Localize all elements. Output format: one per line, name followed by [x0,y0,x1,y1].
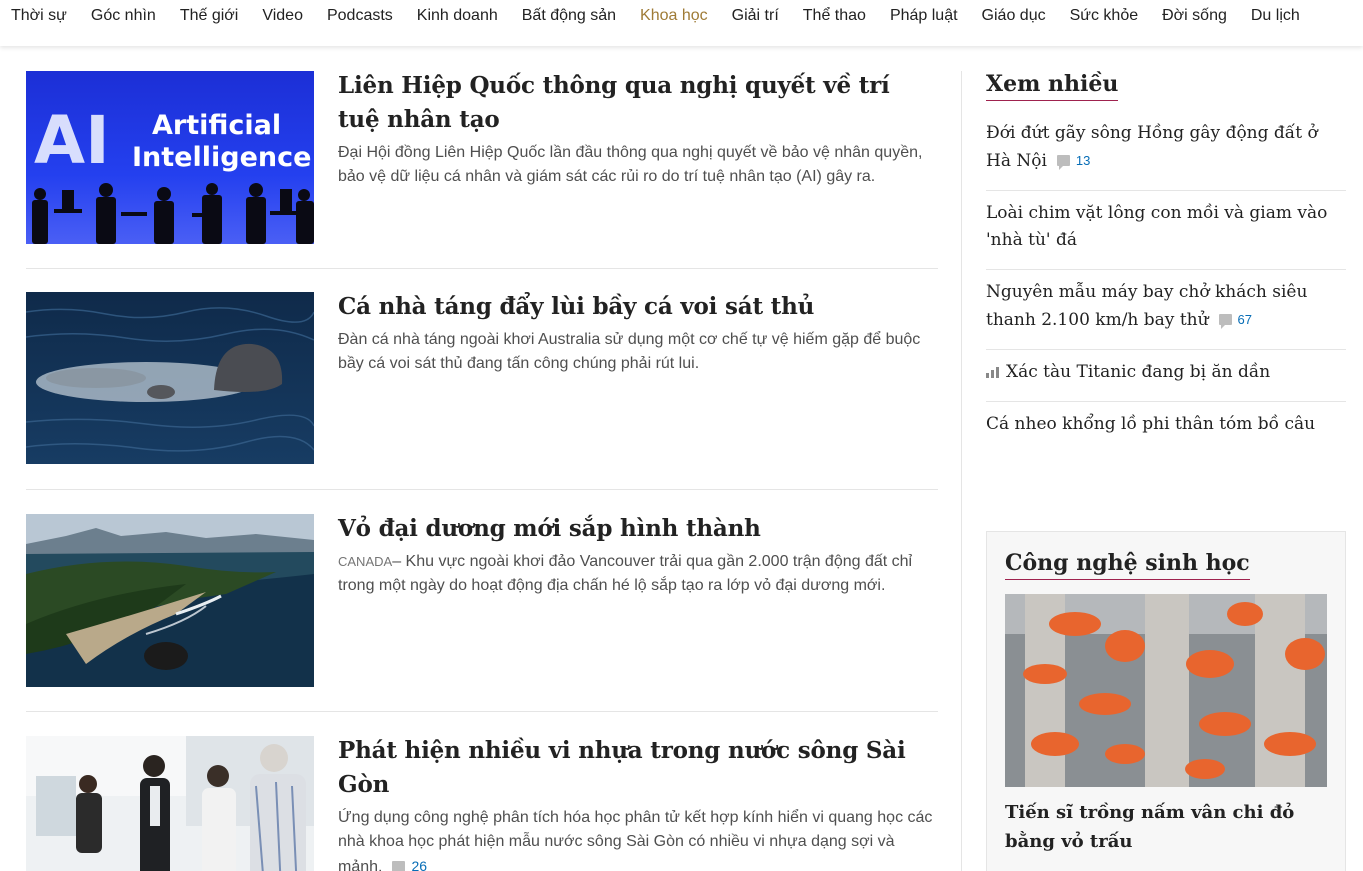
article-description: Ứng dụng công nghệ phân tích hóa học phâ… [338,806,938,871]
article-location: Canada [338,554,393,569]
most-viewed-list: Đới đứt gãy sông Hồng gây động đất ở Hà … [986,111,1346,453]
trending-icon [986,367,999,378]
nav-item-khoa-hoc[interactable]: Khoa học [640,0,708,32]
nav-item-the-gioi[interactable]: Thế giới [180,0,239,32]
article-description-text: Đàn cá nhà táng ngoài khơi Australia sử … [338,331,921,372]
nav-item-phap-luat[interactable]: Pháp luật [890,0,958,32]
top-navigation: Thời sự Góc nhìn Thế giới Video Podcasts… [0,0,1363,46]
nav-item-podcasts[interactable]: Podcasts [327,0,393,32]
nav-item-the-thao[interactable]: Thể thao [803,0,866,32]
article-body: Cá nhà táng đẩy lùi bầy cá voi sát thủ Đ… [314,292,938,489]
nav-item-doi-song[interactable]: Đời sống [1162,0,1227,32]
article-thumbnail[interactable] [26,292,314,464]
article-body: Liên Hiệp Quốc thông qua nghị quyết về t… [314,71,938,268]
most-viewed-title[interactable]: Xem nhiều [986,71,1119,101]
nav-item-video[interactable]: Video [262,0,303,32]
most-viewed-item-text: Xác tàu Titanic đang bị ăn dần [1006,362,1271,382]
ai-image: AI Artificial Intelligence [26,71,314,244]
most-viewed-item[interactable]: Loài chim vặt lông con mồi và giam vào '… [986,191,1346,270]
most-viewed-item[interactable]: Nguyên mẫu máy bay chở khách siêu thanh … [986,270,1346,350]
ai-image-line1: Artificial [152,110,281,141]
nav-item-du-lich[interactable]: Du lịch [1251,0,1300,32]
article-item: AI Artificial Intelligence Liên Hiệp Quố… [26,71,938,269]
biotech-article-thumbnail[interactable] [1005,594,1327,787]
most-viewed-item[interactable]: Xác tàu Titanic đang bị ăn dần [986,350,1346,402]
ai-image-line2: Intelligence [132,142,311,173]
location-dash: – [392,553,406,570]
nav-item-bat-dong-san[interactable]: Bất động sản [522,0,616,32]
comment-count-value: 13 [1075,153,1091,168]
column-divider [961,71,962,871]
most-viewed-item[interactable]: Cá nheo khổng lồ phi thân tóm bồ câu [986,402,1346,453]
most-viewed-sidebar: Xem nhiều Đới đứt gãy sông Hồng gây động… [986,71,1346,453]
article-description-text: Ứng dụng công nghệ phân tích hóa học phâ… [338,809,933,871]
most-viewed-item-text: Nguyên mẫu máy bay chở khách siêu thanh … [986,282,1308,330]
lab-image [26,736,314,871]
nav-item-goc-nhin[interactable]: Góc nhìn [91,0,156,32]
coast-image [26,514,314,687]
whale-image [26,292,314,464]
article-description-text: Khu vực ngoài khơi đảo Vancouver trải qu… [338,553,913,594]
article-thumbnail[interactable] [26,514,314,687]
comment-icon [1218,314,1232,329]
article-title[interactable]: Vỏ đại dương mới sắp hình thành [338,512,938,546]
biotech-box: Công nghệ sinh học Tiến sĩ trồng nấm vân… [986,531,1346,871]
comment-count[interactable]: 13 [1056,147,1091,174]
most-viewed-item-text: Cá nheo khổng lồ phi thân tóm bồ câu [986,414,1316,434]
article-thumbnail[interactable]: AI Artificial Intelligence [26,71,314,244]
nav-item-giao-duc[interactable]: Giáo dục [982,0,1046,32]
article-description: Đàn cá nhà táng ngoài khơi Australia sử … [338,328,938,376]
most-viewed-item-text: Loài chim vặt lông con mồi và giam vào '… [986,203,1328,250]
most-viewed-item[interactable]: Đới đứt gãy sông Hồng gây động đất ở Hà … [986,111,1346,191]
comment-count[interactable]: 26 [392,854,427,871]
comment-count-value: 26 [411,858,428,871]
comment-count-value: 67 [1237,312,1253,327]
article-item: Phát hiện nhiều vi nhựa trong nước sông … [26,712,938,871]
most-viewed-item-text: Đới đứt gãy sông Hồng gây động đất ở Hà … [986,123,1318,171]
nav-item-thoi-su[interactable]: Thời sự [11,0,67,32]
comment-count[interactable]: 67 [1218,306,1253,333]
nav-item-kinh-doanh[interactable]: Kinh doanh [417,0,498,32]
article-body: Vỏ đại dương mới sắp hình thành Canada– … [314,514,938,711]
nav-item-giai-tri[interactable]: Giải trí [732,0,779,32]
article-item: Vỏ đại dương mới sắp hình thành Canada– … [26,490,938,712]
article-body: Phát hiện nhiều vi nhựa trong nước sông … [314,736,938,871]
biotech-article-title[interactable]: Tiến sĩ trồng nấm vân chi đỏ bằng vỏ trấ… [1005,798,1327,856]
article-thumbnail[interactable] [26,736,314,871]
ai-image-big-text: AI [34,102,110,179]
nav-item-suc-khoe[interactable]: Sức khỏe [1070,0,1139,32]
mushroom-image [1005,594,1327,787]
comment-icon [1056,155,1070,170]
article-title[interactable]: Cá nhà táng đẩy lùi bầy cá voi sát thủ [338,290,938,324]
article-feed: AI Artificial Intelligence Liên Hiệp Quố… [26,71,938,871]
article-description: Canada– Khu vực ngoài khơi đảo Vancouver… [338,550,938,598]
comment-icon [392,860,406,871]
article-description: Đại Hội đồng Liên Hiệp Quốc lần đầu thôn… [338,141,938,189]
article-title[interactable]: Phát hiện nhiều vi nhựa trong nước sông … [338,734,938,802]
article-title[interactable]: Liên Hiệp Quốc thông qua nghị quyết về t… [338,69,938,137]
article-description-text: Đại Hội đồng Liên Hiệp Quốc lần đầu thôn… [338,144,923,185]
article-item: Cá nhà táng đẩy lùi bầy cá voi sát thủ Đ… [26,269,938,490]
biotech-section-title[interactable]: Công nghệ sinh học [1005,550,1250,580]
